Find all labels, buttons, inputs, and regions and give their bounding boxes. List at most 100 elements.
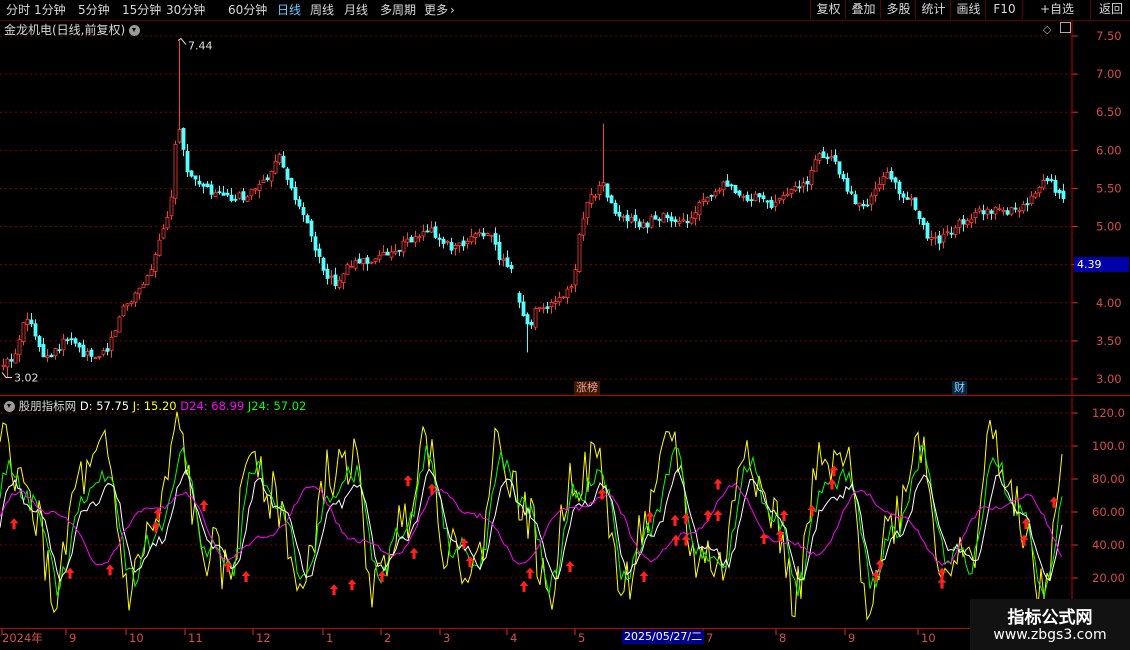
candle xyxy=(325,263,330,285)
candle-body xyxy=(905,197,910,200)
candle xyxy=(577,233,582,273)
period-tab-9[interactable]: 多周期 xyxy=(380,1,416,19)
candle-body xyxy=(645,222,650,228)
candle-body xyxy=(1045,178,1050,182)
candle xyxy=(881,171,886,191)
candle-body xyxy=(313,236,318,251)
toolbar-button-7[interactable]: 返回 xyxy=(1090,0,1130,19)
candle-body xyxy=(1025,203,1030,206)
candle xyxy=(261,174,266,183)
limit-up-tag[interactable]: 涨榜 xyxy=(574,381,600,395)
candle-body xyxy=(281,155,286,168)
period-tab-4[interactable]: 30分钟 xyxy=(166,1,205,19)
candle-body xyxy=(1057,189,1062,194)
candle-body xyxy=(233,198,238,201)
candle-body xyxy=(937,235,942,244)
period-tab-2[interactable]: 5分钟 xyxy=(78,1,110,19)
candle xyxy=(933,232,938,246)
candle-body xyxy=(89,349,94,357)
candle xyxy=(813,154,818,172)
candle-body xyxy=(857,202,862,207)
candle-body xyxy=(329,275,334,278)
candle-body xyxy=(265,177,270,181)
toolbar-button-3[interactable]: 统计 xyxy=(915,0,951,19)
candle xyxy=(1029,191,1034,206)
more-chevron-icon[interactable]: › xyxy=(450,1,455,19)
candle-body xyxy=(221,192,226,196)
candle-body xyxy=(445,240,450,243)
candle xyxy=(265,174,270,182)
period-tab-8[interactable]: 月线 xyxy=(344,1,368,19)
candle-body xyxy=(397,249,402,252)
candle xyxy=(277,152,282,166)
candle xyxy=(1037,185,1042,198)
candle-body xyxy=(565,288,570,299)
candle-body xyxy=(305,215,310,224)
time-label-2: 10 xyxy=(129,631,144,645)
toolbar-button-6[interactable]: +自选 xyxy=(1022,0,1091,19)
period-tab-6[interactable]: 日线 xyxy=(277,1,301,19)
candle-body xyxy=(373,258,378,262)
toolbar-button-0[interactable]: 复权 xyxy=(810,0,846,19)
candle xyxy=(701,192,706,207)
period-tab-3[interactable]: 15分钟 xyxy=(122,1,161,19)
candle-body xyxy=(1017,209,1022,212)
candle xyxy=(745,191,750,203)
period-tab-0[interactable]: 分时 xyxy=(6,1,30,19)
candle xyxy=(381,245,386,256)
period-tab-1[interactable]: 1分钟 xyxy=(34,1,66,19)
candle-body xyxy=(181,128,186,150)
candle-body xyxy=(273,160,278,174)
candle xyxy=(445,240,450,246)
candle-body xyxy=(577,234,582,272)
candle xyxy=(149,264,154,276)
toolbar-button-5[interactable]: F10 xyxy=(985,0,1023,19)
candle-body xyxy=(325,268,330,279)
candle xyxy=(621,214,626,222)
period-tab-7[interactable]: 周线 xyxy=(310,1,334,19)
candle xyxy=(997,204,1002,212)
candle-body xyxy=(981,210,986,215)
candle-body xyxy=(429,227,434,233)
candle-body xyxy=(17,339,22,356)
candle xyxy=(41,337,46,358)
toolbar-button-4[interactable]: 画线 xyxy=(950,0,986,19)
candle xyxy=(857,202,862,211)
kline-chart[interactable]: 7.507.006.506.005.505.004.504.003.503.00… xyxy=(0,20,1130,396)
price-axis-label-0: 7.50 xyxy=(1096,29,1122,43)
candle xyxy=(897,179,902,201)
candle xyxy=(229,188,234,203)
buy-arrow-5 xyxy=(199,500,209,512)
candle xyxy=(1021,201,1026,214)
candle xyxy=(453,243,458,256)
candle-body xyxy=(1041,180,1046,189)
candle xyxy=(585,201,590,225)
candle-body xyxy=(61,338,66,351)
ind-axis-label-1: 100.0 xyxy=(1092,439,1125,453)
period-tab-5[interactable]: 60分钟 xyxy=(228,1,267,19)
candle xyxy=(193,175,198,186)
time-label-7: 3 xyxy=(443,631,450,645)
ind-axis-label-5: 20.00 xyxy=(1092,571,1125,585)
toolbar-button-1[interactable]: 叠加 xyxy=(845,0,881,19)
candle xyxy=(61,333,66,357)
indicator-chart[interactable]: 120.0 100.0 80.00 60.00 40.00 20.00 xyxy=(0,397,1130,629)
candle xyxy=(681,212,686,223)
candle xyxy=(873,181,878,203)
candle-body xyxy=(425,230,430,233)
ind-axis-label-0: 120.0 xyxy=(1092,406,1125,420)
candle-body xyxy=(957,219,962,228)
candle xyxy=(141,281,146,289)
finance-tag[interactable]: 财 xyxy=(952,381,967,395)
buy-arrow-17 xyxy=(525,567,535,579)
candle xyxy=(101,347,106,357)
candle xyxy=(321,256,326,275)
candle xyxy=(73,337,78,347)
period-tab-10[interactable]: 更多 xyxy=(424,1,448,19)
buy-arrow-36 xyxy=(875,559,885,571)
candle xyxy=(145,274,150,286)
candle xyxy=(969,213,974,229)
candle xyxy=(1045,175,1050,185)
toolbar-button-2[interactable]: 多股 xyxy=(880,0,916,19)
candle-body xyxy=(913,197,918,210)
